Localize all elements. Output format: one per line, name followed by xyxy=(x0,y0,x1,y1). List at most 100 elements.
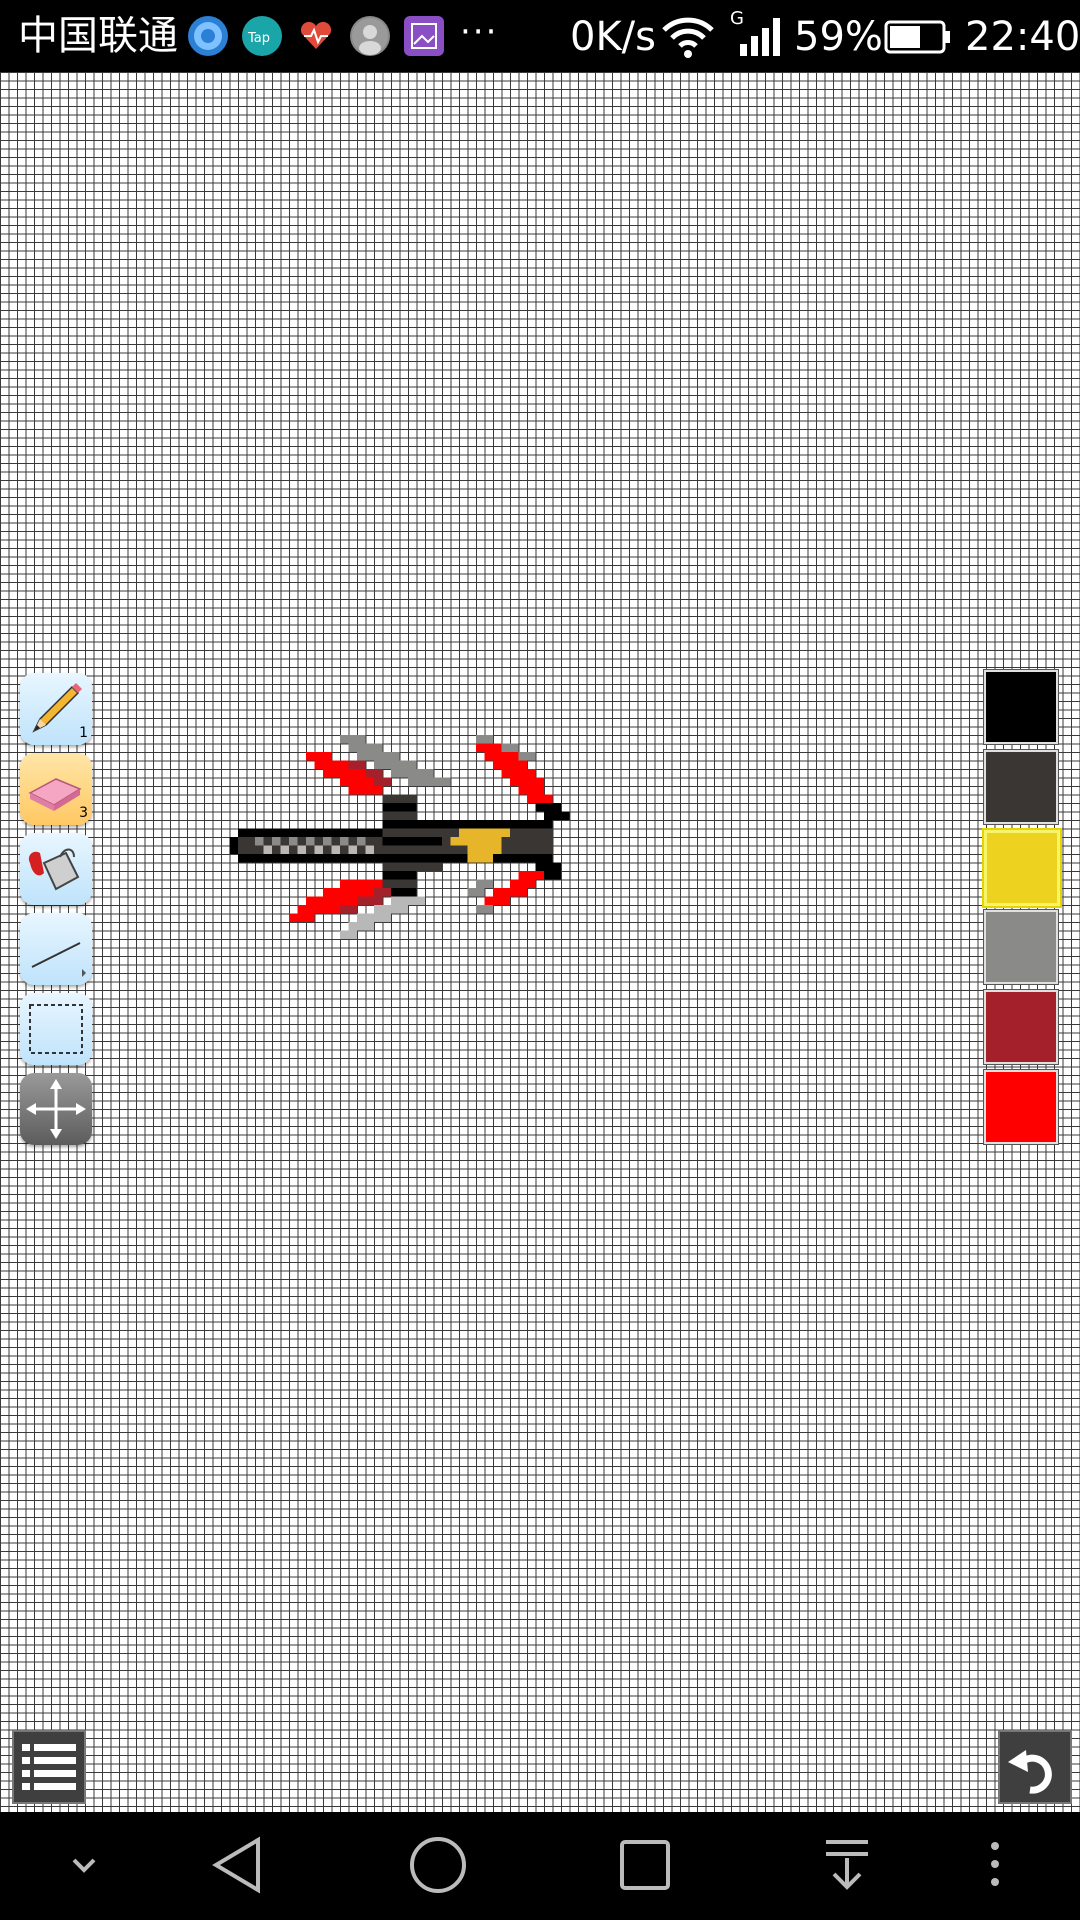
pixel xyxy=(374,845,383,854)
pixel xyxy=(501,769,510,778)
pixel xyxy=(348,743,357,752)
line-tool[interactable] xyxy=(20,913,92,985)
pixel xyxy=(518,888,527,897)
pixel xyxy=(272,837,281,846)
pixel xyxy=(255,828,264,837)
pixel xyxy=(493,837,502,846)
pixel xyxy=(340,879,349,888)
pixel xyxy=(416,837,425,846)
color-swatch-yellow[interactable] xyxy=(984,830,1060,906)
pixel xyxy=(476,828,485,837)
undo-icon xyxy=(1008,1750,1052,1794)
notification-pulldown-button[interactable] xyxy=(820,1830,876,1904)
signal-icon xyxy=(738,16,782,60)
pixel xyxy=(391,871,400,880)
pixel xyxy=(365,913,374,922)
fill-bucket-tool[interactable] xyxy=(20,833,92,905)
pixel xyxy=(374,752,383,761)
pixel xyxy=(238,828,247,837)
pixel xyxy=(331,854,340,863)
pixel xyxy=(382,879,391,888)
color-swatch-dark-red[interactable] xyxy=(984,990,1058,1064)
color-swatch-gray[interactable] xyxy=(984,910,1058,984)
pixel xyxy=(544,794,553,803)
pixel xyxy=(357,879,366,888)
pixel xyxy=(297,845,306,854)
pixel xyxy=(416,828,425,837)
home-button[interactable] xyxy=(408,1830,468,1904)
pixel xyxy=(408,854,417,863)
pixel xyxy=(527,769,536,778)
pixel xyxy=(510,879,519,888)
pixel xyxy=(459,820,468,829)
eraser-tool[interactable]: 3 xyxy=(20,753,92,825)
pixel xyxy=(314,837,323,846)
pixel xyxy=(374,837,383,846)
pixel xyxy=(527,854,536,863)
undo-button[interactable] xyxy=(998,1730,1072,1804)
pixel-canvas[interactable] xyxy=(0,72,1080,1812)
pixel xyxy=(408,760,417,769)
pixel xyxy=(399,803,408,812)
pixel xyxy=(501,743,510,752)
pixel xyxy=(484,837,493,846)
pixel xyxy=(501,828,510,837)
pixel xyxy=(442,828,451,837)
pixel xyxy=(476,820,485,829)
pixel xyxy=(357,743,366,752)
collapse-chevron-icon[interactable] xyxy=(62,1830,106,1904)
pixel xyxy=(535,786,544,795)
pixel xyxy=(476,888,485,897)
selection-tool[interactable] xyxy=(20,993,92,1065)
pixel xyxy=(357,752,366,761)
pixel xyxy=(280,837,289,846)
battery-icon xyxy=(884,20,952,58)
pixel xyxy=(382,777,391,786)
back-button[interactable] xyxy=(208,1830,268,1904)
pixel xyxy=(535,845,544,854)
pixel xyxy=(238,837,247,846)
pixel xyxy=(365,888,374,897)
pixel xyxy=(527,777,536,786)
pixel xyxy=(331,896,340,905)
pixel xyxy=(382,811,391,820)
pixel xyxy=(263,828,272,837)
pixel xyxy=(246,837,255,846)
color-swatch-black[interactable] xyxy=(984,670,1058,744)
pixel xyxy=(399,820,408,829)
eraser-size-badge: 3 xyxy=(79,805,88,821)
pixel xyxy=(535,777,544,786)
pixel xyxy=(459,854,468,863)
pixel xyxy=(476,854,485,863)
recents-button[interactable] xyxy=(614,1830,674,1904)
pixel xyxy=(297,837,306,846)
color-swatch-red[interactable] xyxy=(984,1070,1058,1144)
pixel xyxy=(459,845,468,854)
pixel xyxy=(399,794,408,803)
pixel xyxy=(527,786,536,795)
pixel xyxy=(416,896,425,905)
pixel xyxy=(442,845,451,854)
pixel xyxy=(544,811,553,820)
pixel xyxy=(365,837,374,846)
back-triangle-icon xyxy=(212,1836,260,1894)
pencil-tool[interactable]: 1 xyxy=(20,673,92,745)
pixel xyxy=(518,871,527,880)
pixel xyxy=(382,828,391,837)
pixel xyxy=(314,896,323,905)
pixel xyxy=(518,845,527,854)
color-swatch-dark-gray[interactable] xyxy=(984,750,1058,824)
pixel xyxy=(467,820,476,829)
pixel xyxy=(408,888,417,897)
move-tool[interactable] xyxy=(20,1073,92,1145)
pixel xyxy=(391,794,400,803)
pixel xyxy=(552,811,561,820)
menu-button[interactable] xyxy=(12,1730,86,1804)
pixel xyxy=(340,777,349,786)
pixel xyxy=(323,769,332,778)
carrier-label: 中国联通 xyxy=(18,13,178,59)
pixel xyxy=(476,743,485,752)
pixel xyxy=(289,828,298,837)
pixel xyxy=(544,854,553,863)
more-options-button[interactable] xyxy=(980,1830,1010,1904)
